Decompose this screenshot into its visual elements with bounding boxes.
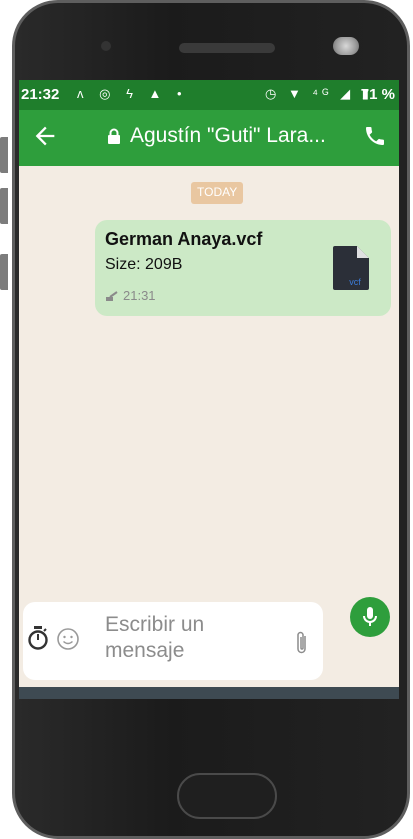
back-arrow-icon[interactable] xyxy=(31,122,59,150)
message-meta: 21:31 xyxy=(105,288,156,303)
front-flash xyxy=(333,37,359,55)
front-camera xyxy=(101,41,111,51)
timer-icon[interactable] xyxy=(27,626,49,650)
app-bar: Agustín "Guti" Lara... xyxy=(19,110,399,166)
notification-icons: ᴧ ◎ ϟ ▲ • xyxy=(77,86,188,101)
system-status-icons: ◷ ▼ ⁴ᴳ ◢ ▮ xyxy=(265,86,373,101)
mic-button[interactable] xyxy=(350,597,390,637)
status-bar: 21:32 ᴧ ◎ ϟ ▲ • ◷ ▼ ⁴ᴳ ◢ ▮ 71 % xyxy=(19,80,399,110)
file-name: German Anaya.vcf xyxy=(105,229,263,249)
status-time: 21:32 xyxy=(21,86,60,103)
lock-icon xyxy=(108,128,120,144)
microphone-icon xyxy=(363,607,377,626)
fingerprint-button xyxy=(177,773,277,819)
phone-icon[interactable] xyxy=(363,124,387,148)
date-chip: TODAY xyxy=(191,182,244,204)
message-composer[interactable]: Escribir un mensaje xyxy=(23,602,323,680)
paperclip-icon[interactable] xyxy=(295,630,309,656)
battery-percentage: 71 % xyxy=(360,86,395,103)
message-input[interactable]: Escribir un mensaje xyxy=(105,612,255,664)
emoji-icon[interactable] xyxy=(57,628,79,650)
file-message-bubble[interactable]: German Anaya.vcf Size: 209B 21:31 vcf xyxy=(95,220,391,316)
earpiece xyxy=(179,43,275,53)
message-time: 21:31 xyxy=(123,288,156,303)
navigation-bar xyxy=(19,687,399,699)
screen: 21:32 ᴧ ◎ ϟ ▲ • ◷ ▼ ⁴ᴳ ◢ ▮ 71 % Agustín … xyxy=(19,80,399,699)
volume-down-button xyxy=(0,188,8,224)
file-size: Size: 209B xyxy=(105,256,183,273)
document-icon[interactable]: vcf xyxy=(333,246,369,290)
file-type-label: vcf xyxy=(349,277,361,287)
contact-name[interactable]: Agustín "Guti" Lara... xyxy=(130,124,326,148)
power-button xyxy=(0,254,8,290)
sent-status-icon xyxy=(106,291,118,301)
volume-up-button xyxy=(0,137,8,173)
